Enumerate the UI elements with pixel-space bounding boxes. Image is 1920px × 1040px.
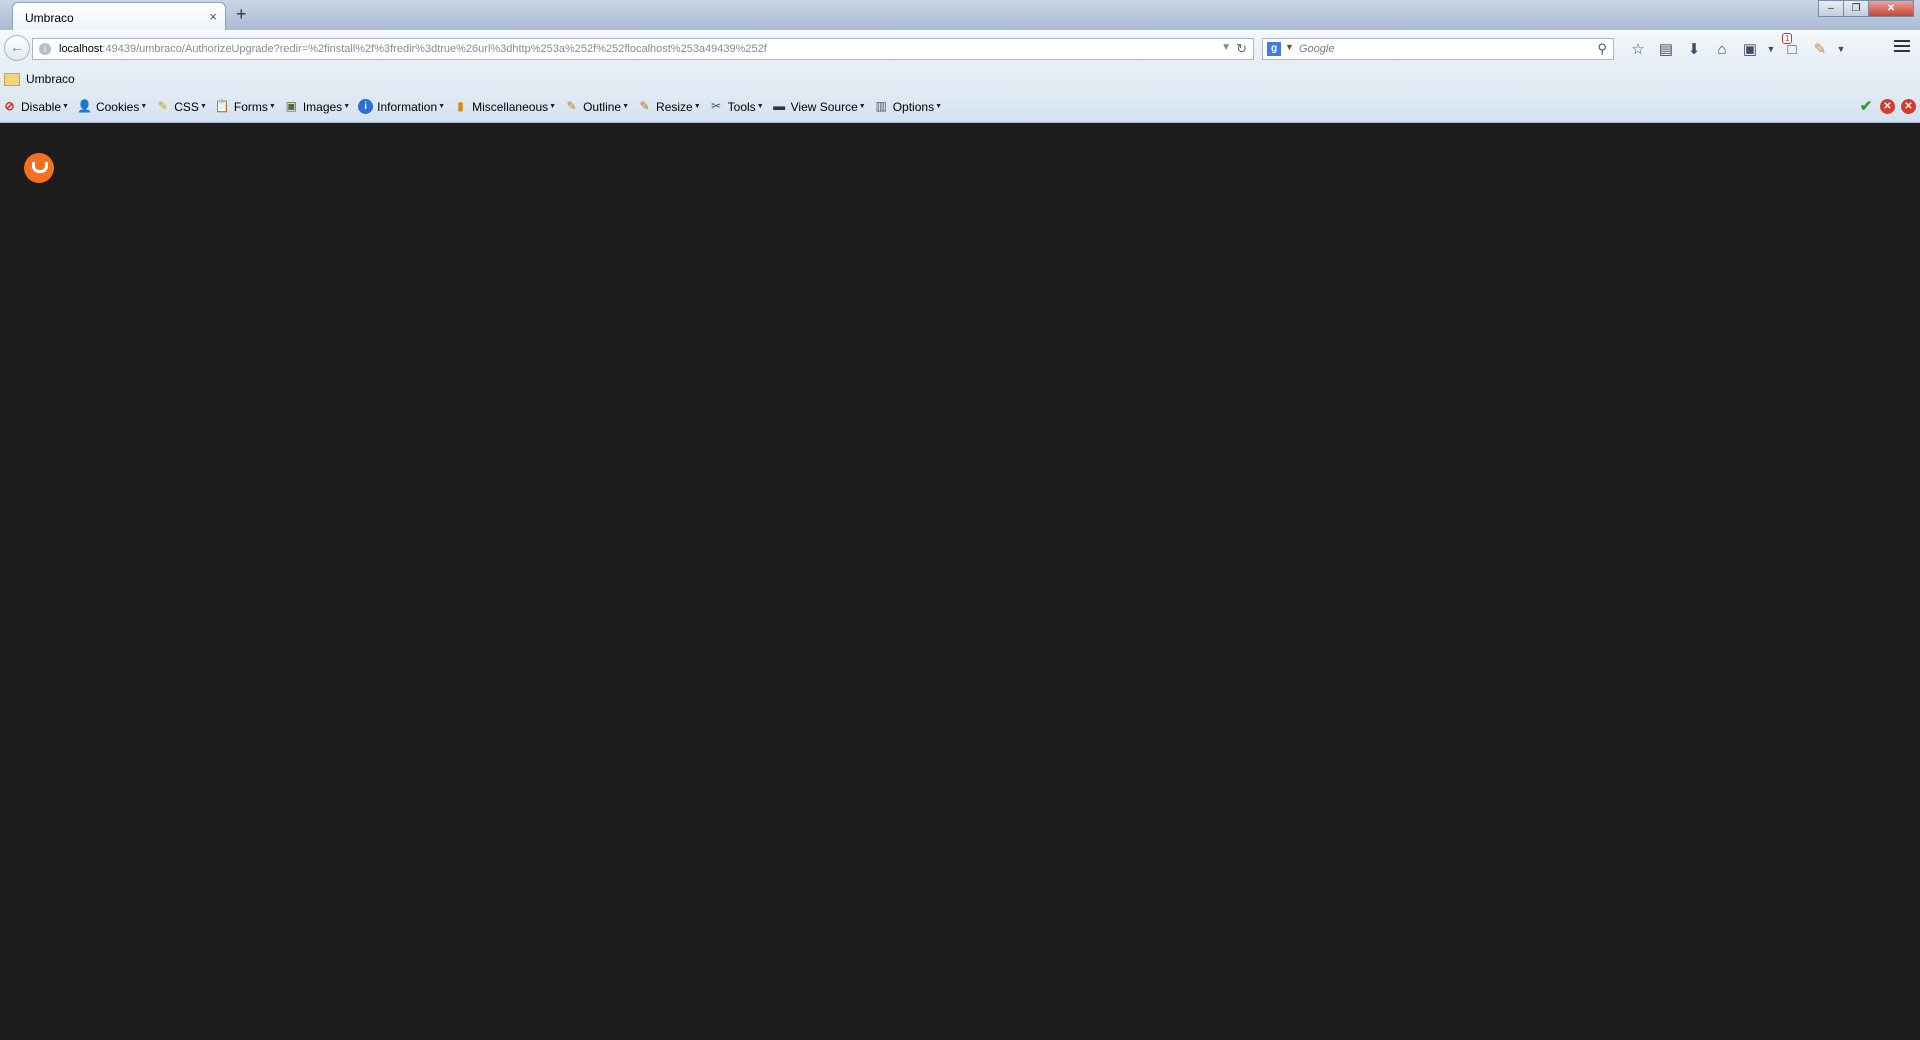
search-input[interactable]: Google: [1299, 43, 1334, 55]
devtool-forms[interactable]: 📋 Forms ▼: [215, 99, 276, 114]
devtool-label: Disable: [21, 99, 62, 114]
umbraco-logo-icon: [24, 153, 54, 183]
notification-count: 1: [1782, 32, 1793, 44]
url-history-dropdown-icon[interactable]: ▼: [1221, 42, 1231, 53]
disable-icon: ⊘: [4, 99, 15, 113]
devtool-outline[interactable]: ✎ Outline ▼: [564, 99, 630, 114]
bookmarks-bar: Umbraco: [0, 66, 1920, 92]
tab-title: Umbraco: [25, 11, 74, 25]
back-button[interactable]: ←: [4, 35, 30, 61]
chevron-down-icon: ▼: [622, 103, 630, 110]
options-icon: ▥: [875, 99, 887, 113]
resize-icon: ✎: [639, 99, 650, 113]
devtool-view-source[interactable]: ▬ View Source ▼: [772, 99, 866, 114]
devtool-miscellaneous[interactable]: ▮ Miscellaneous ▼: [453, 99, 556, 114]
outline-icon: ✎: [566, 99, 577, 113]
devtool-cookies[interactable]: 👤 Cookies ▼: [77, 99, 147, 114]
chevron-down-icon: ▼: [199, 103, 207, 110]
web-developer-toolbar: ⊘ Disable ▼ 👤 Cookies ▼ ✎ CSS ▼ 📋 Forms ▼ ▣ …: [0, 92, 1920, 123]
page-content: [0, 123, 1920, 1040]
chevron-down-icon: ▼: [549, 103, 557, 110]
devtool-label: Resize: [656, 99, 693, 114]
window-controls: – ❐ ✕: [1818, 0, 1914, 17]
bookmark-label: Umbraco: [26, 72, 75, 86]
devtool-css[interactable]: ✎ CSS ▼: [155, 99, 207, 114]
title-bar: Umbraco × + – ❐ ✕: [0, 0, 1920, 30]
devtool-disable[interactable]: ⊘ Disable ▼: [2, 99, 69, 114]
folder-icon: [4, 72, 20, 86]
error-icon[interactable]: ✕: [1901, 99, 1916, 114]
tab-umbraco[interactable]: Umbraco ×: [12, 2, 226, 30]
devtool-tools[interactable]: ✂ Tools ▼: [709, 99, 764, 114]
reload-icon[interactable]: ↻: [1236, 41, 1247, 57]
screenshot-icon[interactable]: ▣: [1736, 40, 1764, 58]
search-magnifier-icon[interactable]: ⚲: [1597, 41, 1607, 57]
tools-icon: ✂: [711, 99, 722, 113]
devtool-label: Forms: [233, 99, 268, 114]
chevron-down-icon: ▼: [62, 103, 69, 110]
search-bar[interactable]: g ▼ Google ⚲: [1262, 38, 1614, 60]
navigation-bar: ← i localhost:49439/umbraco/AuthorizeUpg…: [0, 30, 1920, 67]
devtool-label: Outline: [583, 99, 622, 114]
download-icon[interactable]: ⬇: [1680, 40, 1708, 58]
forms-icon: 📋: [214, 99, 230, 113]
devtool-label: CSS: [174, 99, 199, 114]
engine-dropdown-icon[interactable]: ▼: [1285, 42, 1294, 52]
chevron-down-icon: ▼: [438, 103, 446, 110]
extension-icon[interactable]: ✎: [1806, 40, 1834, 58]
css-icon: ✎: [157, 99, 168, 113]
chevron-down-icon: ▼: [343, 103, 351, 110]
devtool-label: Miscellaneous: [472, 99, 549, 114]
close-tab-icon[interactable]: ×: [209, 9, 217, 24]
hamburger-menu-icon[interactable]: [1894, 40, 1910, 55]
url-path: :49439/umbraco/AuthorizeUpgrade?redir=%2…: [102, 43, 767, 55]
chevron-down-icon: ▼: [140, 103, 148, 110]
dropdown-icon[interactable]: ▼: [1834, 44, 1848, 54]
chevron-down-icon: ▼: [693, 103, 701, 110]
devtool-label: Images: [302, 99, 343, 114]
devtool-label: Information: [377, 99, 438, 114]
home-icon[interactable]: ⌂: [1708, 41, 1736, 58]
error-icon[interactable]: ✕: [1880, 99, 1895, 114]
devtool-images[interactable]: ▣ Images ▼: [284, 99, 350, 114]
devtool-label: Tools: [727, 99, 756, 114]
chevron-down-icon: ▼: [756, 103, 764, 110]
reading-list-icon[interactable]: ▤: [1652, 40, 1680, 58]
devtool-label: Cookies: [95, 99, 140, 114]
bookmark-umbraco[interactable]: Umbraco: [4, 72, 75, 86]
chevron-down-icon: ▼: [935, 103, 943, 110]
toolbar-icons: ☆ ▤ ⬇ ⌂ ▣ ▼ □ 1 ✎ ▼: [1624, 32, 1848, 60]
maximize-button[interactable]: ❐: [1843, 0, 1869, 17]
information-icon: i: [358, 99, 374, 114]
chevron-down-icon: ▼: [858, 103, 866, 110]
notifications-icon[interactable]: □ 1: [1778, 32, 1806, 58]
devtool-label: Options: [892, 99, 935, 114]
devtool-resize[interactable]: ✎ Resize ▼: [637, 99, 701, 114]
address-text: localhost:49439/umbraco/AuthorizeUpgrade…: [59, 43, 767, 55]
view-source-icon: ▬: [773, 99, 786, 113]
images-icon: ▣: [285, 99, 297, 113]
new-tab-button[interactable]: +: [236, 4, 247, 25]
devtoolbar-status: ✔ ✕ ✕: [1858, 99, 1916, 115]
cookies-icon: 👤: [76, 99, 92, 113]
chevron-down-icon: ▼: [268, 103, 276, 110]
close-window-button[interactable]: ✕: [1868, 0, 1914, 17]
url-host: localhost: [59, 43, 103, 55]
devtool-label: View Source: [790, 99, 858, 114]
site-identity-icon[interactable]: i: [39, 43, 51, 55]
google-engine-icon[interactable]: g: [1267, 42, 1281, 56]
check-icon[interactable]: ✔: [1858, 99, 1874, 115]
minimize-button[interactable]: –: [1818, 0, 1844, 17]
devtool-information[interactable]: i Information ▼: [358, 99, 445, 114]
miscellaneous-icon: ▮: [457, 99, 464, 113]
back-arrow-icon: ←: [10, 39, 24, 55]
dropdown-icon[interactable]: ▼: [1764, 44, 1778, 54]
devtool-options[interactable]: ▥ Options ▼: [874, 99, 942, 114]
address-bar[interactable]: i localhost:49439/umbraco/AuthorizeUpgra…: [32, 38, 1254, 60]
star-icon[interactable]: ☆: [1624, 40, 1652, 58]
